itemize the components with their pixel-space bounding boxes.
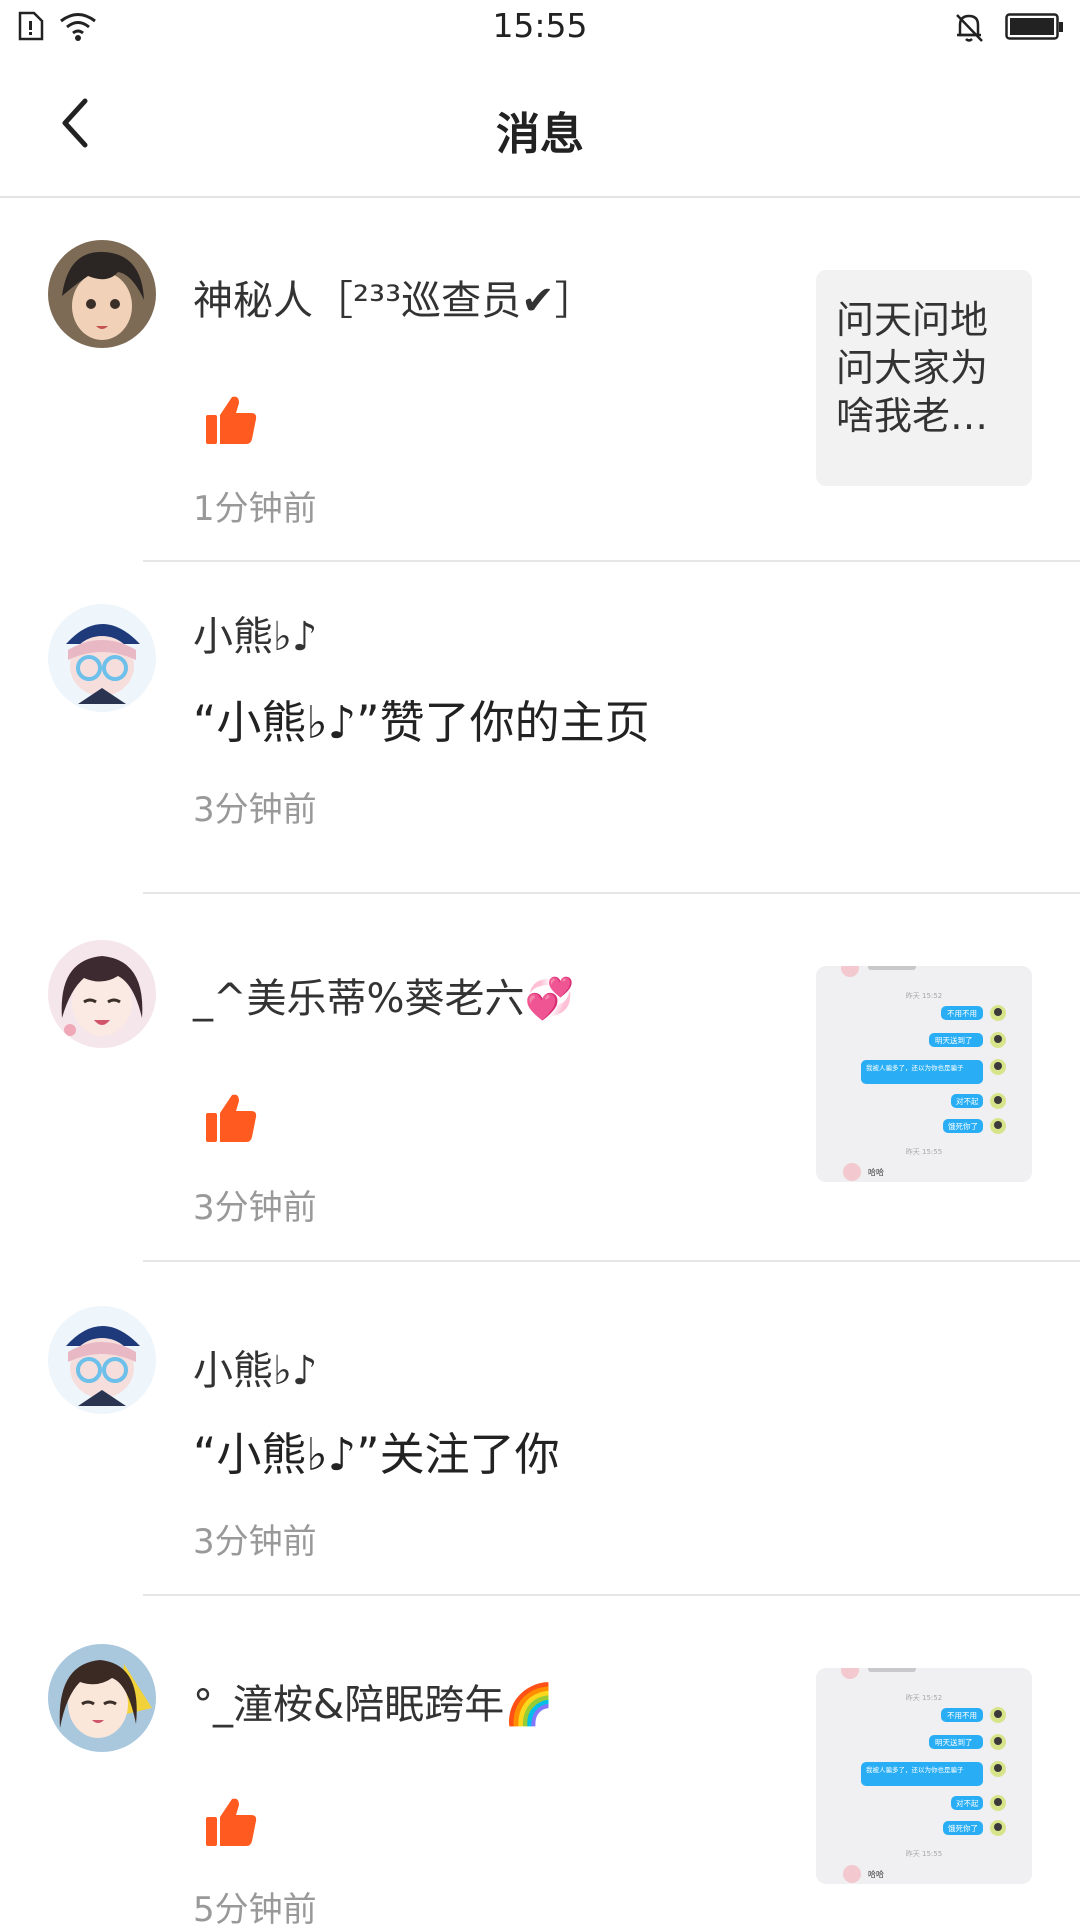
chat-preview-name: 哈哈: [868, 1167, 884, 1177]
notifications-muted-icon: [952, 10, 986, 48]
chat-preview-message: 明天送到了: [935, 1737, 973, 1747]
sender-name: 小熊♭♪: [193, 614, 318, 660]
like-thumb-icon: [206, 1094, 257, 1142]
avatar[interactable]: [48, 1644, 156, 1752]
chat-preview-date: 昨天 15:55: [906, 1849, 942, 1858]
navigation-bar: 消息: [0, 58, 1080, 198]
chat-preview-message: 饿死你了: [948, 1823, 978, 1833]
like-thumb-icon: [206, 396, 257, 444]
chat-preview-message: 我被人骗多了，还以为你也是骗子: [866, 1765, 964, 1774]
message-list: 神秘人［²³³巡查员✔］ 1分钟前 问天问地问大家为啥我老… 小熊♭♪ “小熊♭…: [0, 198, 1080, 1930]
message-item-like[interactable]: 神秘人［²³³巡查员✔］ 1分钟前 问天问地问大家为啥我老…: [0, 198, 1080, 562]
avatar[interactable]: [48, 940, 156, 1048]
message-time: 5分钟前: [193, 1890, 317, 1930]
message-time: 1分钟前: [193, 489, 317, 529]
chat-preview-message: 明天送到了: [935, 1035, 973, 1045]
message-item-like[interactable]: °_潼桉&陪眠跨年🌈 5分钟前 昨天 15:52 不用不用 明天送到了 我被人骗…: [0, 1596, 1080, 1930]
chat-preview-name: 哈哈: [868, 1869, 884, 1879]
chat-preview-message: 不用不用: [947, 1009, 977, 1018]
post-preview[interactable]: 问天问地问大家为啥我老…: [816, 270, 1032, 486]
message-text: “小熊♭♪”关注了你: [193, 1428, 560, 1481]
chat-preview-message: 我被人骗多了，还以为你也是骗子: [866, 1063, 964, 1072]
chat-preview-message: 饿死你了: [948, 1121, 978, 1131]
message-item-like[interactable]: _^美乐蒂%葵老六💞 3分钟前 昨天 15:52 不用不用 明天送到了 我被人骗…: [0, 894, 1080, 1262]
sender-name: 神秘人［²³³巡查员✔］: [193, 278, 595, 324]
sender-name: _^美乐蒂%葵老六💞: [193, 976, 575, 1022]
chat-preview-message: 不用不用: [947, 1711, 977, 1720]
sender-name: 小熊♭♪: [193, 1348, 318, 1394]
sender-name: °_潼桉&陪眠跨年🌈: [193, 1682, 554, 1728]
message-time: 3分钟前: [193, 1522, 317, 1562]
message-text: “小熊♭♪”赞了你的主页: [193, 696, 650, 749]
message-time: 3分钟前: [193, 1188, 317, 1228]
chat-preview-message: 对不起: [956, 1798, 979, 1808]
page-title: 消息: [496, 109, 584, 160]
post-preview[interactable]: 昨天 15:52 不用不用 明天送到了 我被人骗多了，还以为你也是骗子 对不起 …: [816, 1668, 1032, 1884]
message-item-follow[interactable]: 小熊♭♪ “小熊♭♪”关注了你 3分钟前: [0, 1262, 1080, 1596]
message-item-profile-like[interactable]: 小熊♭♪ “小熊♭♪”赞了你的主页 3分钟前: [0, 562, 1080, 894]
message-time: 3分钟前: [193, 790, 317, 830]
avatar[interactable]: [48, 1306, 156, 1414]
like-thumb-icon: [206, 1798, 257, 1846]
chat-preview-message: 对不起: [956, 1096, 979, 1106]
battery-icon: [1005, 13, 1065, 45]
chat-preview-date: 昨天 15:52: [906, 991, 942, 1000]
status-time: 15:55: [492, 6, 588, 45]
chat-preview-date: 昨天 15:52: [906, 1693, 942, 1702]
avatar[interactable]: [48, 240, 156, 348]
post-preview[interactable]: 昨天 15:52 不用不用 明天送到了 我被人骗多了，还以为你也是骗子 对不起 …: [816, 966, 1032, 1182]
chat-preview-date: 昨天 15:55: [906, 1147, 942, 1156]
status-bar: 15:55: [0, 0, 1080, 58]
avatar[interactable]: [48, 604, 156, 712]
